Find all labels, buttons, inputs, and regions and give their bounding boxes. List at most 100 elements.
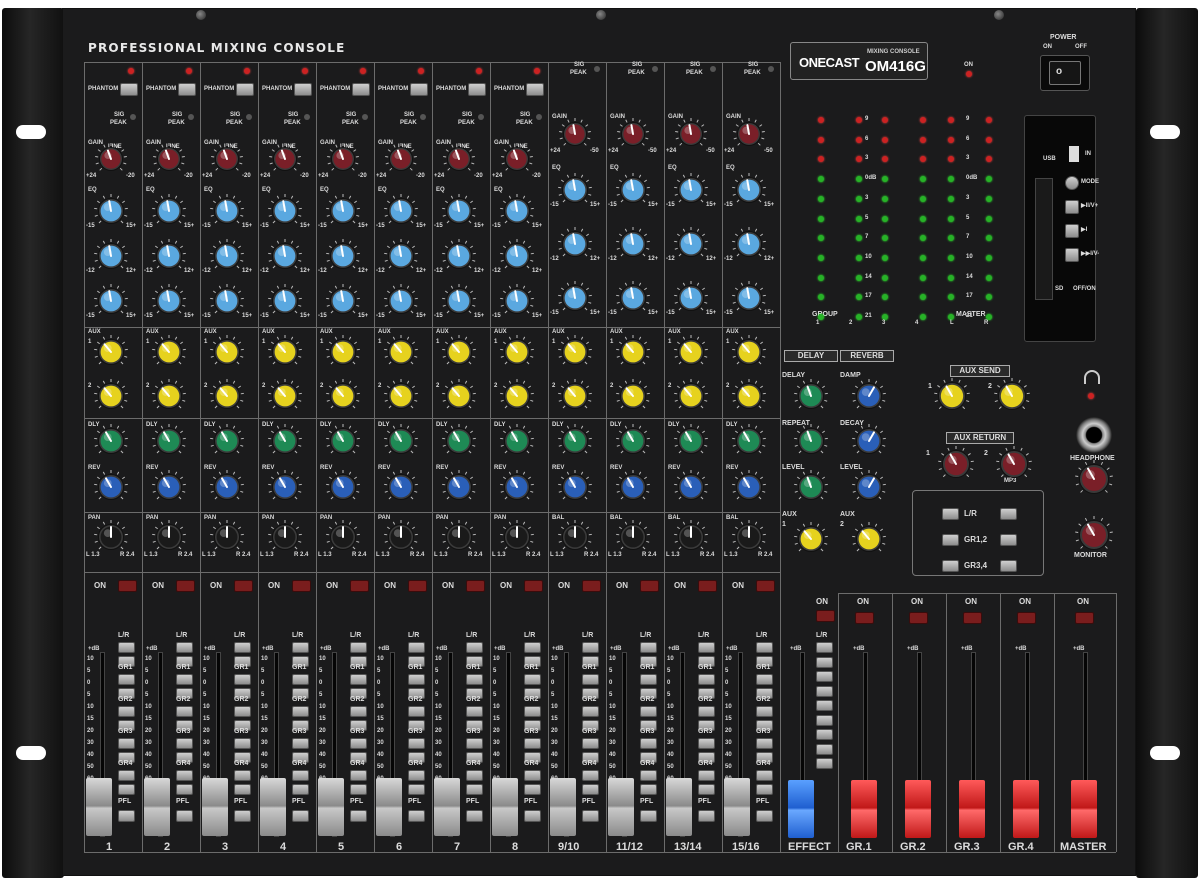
gain-knob[interactable] [733,118,765,146]
aux1-knob[interactable] [442,335,476,365]
rev-knob[interactable] [326,470,360,500]
eq-knob[interactable] [268,194,302,224]
channel-on-button[interactable] [466,580,485,592]
route-button[interactable] [466,674,483,685]
headphone-level-knob[interactable] [1075,460,1113,494]
pfl-button[interactable] [756,810,773,822]
routing-button-right[interactable] [1000,560,1017,572]
route-button[interactable] [582,642,599,653]
rev-knob[interactable] [616,470,650,500]
eq-knob[interactable] [152,194,186,224]
pfl-button[interactable] [408,810,425,822]
channel-fader[interactable] [492,778,518,836]
route-button[interactable] [640,738,657,749]
route-button[interactable] [408,738,425,749]
route-button[interactable] [582,770,599,781]
balance-knob[interactable] [558,520,592,550]
pfl-button[interactable] [292,810,309,822]
phantom-button[interactable] [120,83,138,96]
route-button[interactable] [756,738,773,749]
route-button[interactable] [118,706,135,717]
rev-knob[interactable] [152,470,186,500]
aux1-knob[interactable] [326,335,360,365]
dly-knob[interactable] [558,424,592,454]
pan-knob[interactable] [152,520,186,550]
dly-knob[interactable] [442,424,476,454]
route-button[interactable] [698,770,715,781]
route-button[interactable] [524,770,541,781]
route-button[interactable] [292,784,309,795]
route-button[interactable] [118,738,135,749]
route-button[interactable] [176,642,193,653]
mp3-mode-button[interactable] [1065,176,1079,190]
route-button[interactable] [350,784,367,795]
eq-knob[interactable] [442,239,476,269]
route-button[interactable] [176,738,193,749]
power-switch[interactable]: o [1049,61,1081,85]
dly-knob[interactable] [500,424,534,454]
aux1-knob[interactable] [732,335,766,365]
channel-on-button[interactable] [350,580,369,592]
channel-fader[interactable] [318,778,344,836]
output-on-button[interactable] [855,612,874,624]
aux2-knob[interactable] [94,379,128,409]
route-button[interactable] [582,674,599,685]
eq-knob[interactable] [674,173,708,203]
channel-fader[interactable] [550,778,576,836]
route-button[interactable] [640,674,657,685]
eq-knob[interactable] [616,227,650,257]
route-button[interactable] [816,685,833,697]
output-on-button[interactable] [1017,612,1036,624]
aux2-knob[interactable] [326,379,360,409]
aux1-knob[interactable] [616,335,650,365]
route-button[interactable] [756,706,773,717]
gain-knob[interactable] [675,118,707,146]
eq-knob[interactable] [674,227,708,257]
group2-fader[interactable] [905,780,931,838]
route-button[interactable] [234,642,251,653]
aux2-knob[interactable] [558,379,592,409]
effect-aux1-knob[interactable] [794,522,828,552]
rev-knob[interactable] [268,470,302,500]
channel-on-button[interactable] [698,580,717,592]
aux2-knob[interactable] [268,379,302,409]
eq-knob[interactable] [500,284,534,314]
route-button[interactable] [698,642,715,653]
eq-knob[interactable] [558,227,592,257]
aux2-knob[interactable] [384,379,418,409]
route-button[interactable] [292,674,309,685]
aux1-knob[interactable] [152,335,186,365]
route-button[interactable] [816,743,833,755]
channel-fader[interactable] [376,778,402,836]
repeat-knob[interactable] [794,424,828,454]
route-button[interactable] [640,706,657,717]
eq-knob[interactable] [210,284,244,314]
aux-return-2-knob[interactable] [996,446,1032,478]
route-button[interactable] [234,674,251,685]
group4-fader[interactable] [1013,780,1039,838]
rev-knob[interactable] [732,470,766,500]
route-button[interactable] [524,642,541,653]
channel-fader[interactable] [202,778,228,836]
route-button[interactable] [698,738,715,749]
pfl-button[interactable] [234,810,251,822]
gain-knob[interactable] [559,118,591,146]
pan-knob[interactable] [326,520,360,550]
pan-knob[interactable] [500,520,534,550]
eq-knob[interactable] [384,194,418,224]
eq-knob[interactable] [384,239,418,269]
channel-on-button[interactable] [640,580,659,592]
phantom-button[interactable] [178,83,196,96]
route-button[interactable] [292,738,309,749]
pfl-button[interactable] [582,810,599,822]
output-on-button[interactable] [909,612,928,624]
aux2-knob[interactable] [210,379,244,409]
eq-knob[interactable] [500,194,534,224]
route-button[interactable] [582,784,599,795]
route-button[interactable] [408,706,425,717]
effect-fader[interactable] [788,780,814,838]
eq-knob[interactable] [210,194,244,224]
eq-knob[interactable] [268,239,302,269]
phantom-button[interactable] [352,83,370,96]
rev-knob[interactable] [500,470,534,500]
